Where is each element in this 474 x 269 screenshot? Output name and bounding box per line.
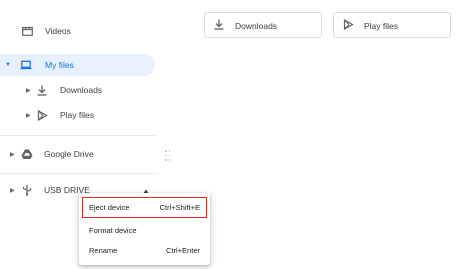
- play-store-icon: [36, 109, 48, 121]
- expand-arrow-icon[interactable]: ▼: [5, 62, 11, 68]
- context-menu: Eject device Ctrl+Shift+E Format device …: [79, 193, 210, 265]
- videos-icon: [21, 25, 33, 37]
- sidebar-item-play-files[interactable]: ▶ Play files: [0, 104, 155, 126]
- laptop-icon: [20, 59, 32, 71]
- folder-card-play-files[interactable]: Play files: [333, 12, 451, 38]
- sidebar-divider: [0, 135, 158, 136]
- google-drive-icon: [21, 148, 33, 160]
- sidebar-item-label: Videos: [45, 26, 71, 36]
- download-icon: [214, 19, 226, 31]
- play-store-icon: [343, 18, 355, 31]
- menu-item-label: Eject device: [89, 203, 130, 212]
- sidebar-item-label: My files: [45, 60, 74, 70]
- menu-item-eject-device[interactable]: Eject device Ctrl+Shift+E: [82, 197, 207, 218]
- sidebar-item-label: Google Drive: [44, 149, 94, 159]
- sidebar-item-google-drive[interactable]: ▶ Google Drive: [0, 143, 155, 165]
- folder-card-label: Downloads: [235, 21, 278, 31]
- expand-arrow-icon[interactable]: ▶: [10, 151, 15, 158]
- menu-item-shortcut: Ctrl+Shift+E: [159, 203, 200, 212]
- menu-item-shortcut: Ctrl+Enter: [166, 246, 200, 255]
- sidebar-item-videos[interactable]: Videos: [0, 20, 155, 42]
- menu-item-rename[interactable]: Rename Ctrl+Enter: [79, 240, 210, 261]
- sidebar-item-my-files[interactable]: ▼ My files: [0, 54, 155, 76]
- sidebar-item-label: Downloads: [60, 85, 103, 95]
- eject-icon[interactable]: [142, 182, 150, 195]
- menu-item-format-device[interactable]: Format device: [79, 220, 210, 241]
- folder-card-label: Play files: [364, 21, 399, 31]
- menu-item-label: Format device: [89, 226, 137, 235]
- expand-arrow-icon[interactable]: ▶: [26, 112, 31, 119]
- usb-icon: [21, 184, 33, 196]
- expand-arrow-icon[interactable]: ▶: [10, 187, 15, 194]
- menu-item-label: Rename: [89, 246, 118, 255]
- sidebar-item-label: Play files: [60, 110, 95, 120]
- download-icon: [36, 84, 48, 96]
- sidebar-item-downloads[interactable]: ▶ Downloads: [0, 79, 155, 101]
- expand-arrow-icon[interactable]: ▶: [26, 87, 31, 94]
- sidebar-divider: [0, 173, 158, 174]
- resize-handle[interactable]: [165, 150, 171, 162]
- folder-card-downloads[interactable]: Downloads: [204, 12, 322, 38]
